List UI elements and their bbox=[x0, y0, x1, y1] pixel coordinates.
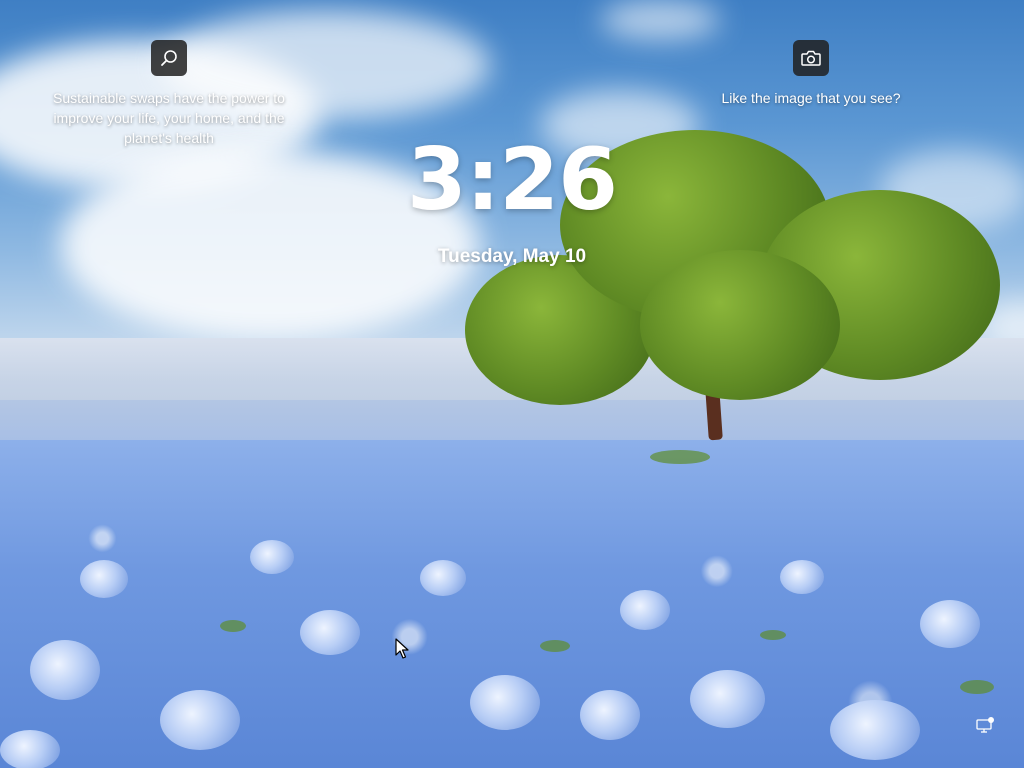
wallpaper-flower bbox=[580, 690, 640, 740]
wallpaper-flower bbox=[420, 560, 466, 596]
wallpaper-leaf bbox=[540, 640, 570, 652]
wallpaper-cloud bbox=[600, 0, 720, 40]
wallpaper-flower bbox=[80, 560, 128, 598]
wallpaper-leaf bbox=[960, 680, 994, 694]
wallpaper-flower bbox=[920, 600, 980, 648]
lock-screen[interactable]: Sustainable swaps have the power to impr… bbox=[0, 0, 1024, 768]
wallpaper-flower bbox=[160, 690, 240, 750]
wallpaper-leaf bbox=[650, 450, 710, 464]
wallpaper-flower bbox=[690, 670, 765, 728]
wallpaper-flower bbox=[0, 730, 60, 768]
spotlight-like-image[interactable]: Like the image that you see? bbox=[711, 40, 911, 108]
lock-screen-time: 3:26 bbox=[407, 130, 618, 230]
wallpaper-leaf bbox=[760, 630, 786, 640]
wallpaper-flower bbox=[620, 590, 670, 630]
wallpaper-flower bbox=[250, 540, 294, 574]
mouse-cursor-icon bbox=[395, 638, 409, 660]
spotlight-fact-text[interactable]: Sustainable swaps have the power to impr… bbox=[40, 88, 298, 148]
camera-icon-button[interactable] bbox=[793, 40, 829, 76]
wallpaper-leaf bbox=[220, 620, 246, 632]
spotlight-like-image-text[interactable]: Like the image that you see? bbox=[711, 88, 911, 108]
wallpaper-flower bbox=[780, 560, 824, 594]
wallpaper-flower bbox=[300, 610, 360, 655]
lock-screen-date: Tuesday, May 10 bbox=[437, 246, 587, 267]
camera-icon bbox=[801, 50, 821, 66]
search-icon bbox=[161, 50, 177, 66]
spotlight-fact[interactable]: Sustainable swaps have the power to impr… bbox=[40, 40, 298, 148]
network-status-icon[interactable] bbox=[975, 716, 995, 736]
wallpaper-tree-canopy bbox=[640, 250, 840, 400]
wallpaper-flower bbox=[470, 675, 540, 730]
wallpaper-flower bbox=[830, 700, 920, 760]
wallpaper-flower bbox=[30, 640, 100, 700]
search-icon-button[interactable] bbox=[151, 40, 187, 76]
